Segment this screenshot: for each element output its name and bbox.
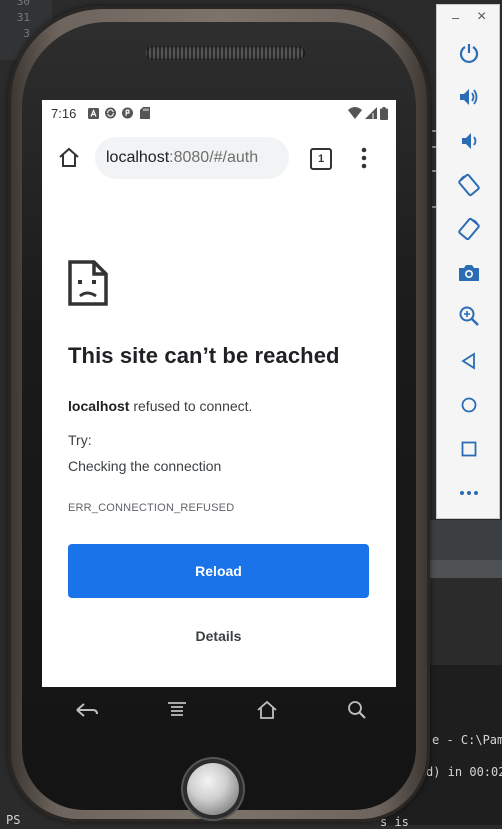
search-hw-button[interactable] xyxy=(335,688,379,732)
more-button[interactable] xyxy=(455,479,483,507)
signal-icon xyxy=(365,107,377,119)
wifi-icon xyxy=(348,107,362,119)
back-icon xyxy=(461,352,475,370)
details-button[interactable]: Details xyxy=(68,618,369,654)
line-number: 31 xyxy=(16,11,30,24)
reload-button[interactable]: Reload xyxy=(68,544,369,598)
close-button[interactable]: × xyxy=(477,8,486,26)
home-nav-button[interactable] xyxy=(455,391,483,419)
power-button[interactable] xyxy=(455,39,483,67)
error-code: ERR_CONNECTION_REFUSED xyxy=(68,502,235,514)
sad-page-icon xyxy=(68,260,108,306)
emulator-toolbar: – × xyxy=(436,4,500,519)
circle-home-icon xyxy=(461,397,477,413)
home-hw-button[interactable] xyxy=(245,688,289,732)
url-field[interactable]: localhost:8080/#/auth xyxy=(95,137,289,179)
overview-button[interactable] xyxy=(455,435,483,463)
url-path: :8080/#/auth xyxy=(169,149,259,166)
app-icon xyxy=(122,107,134,119)
tab-switcher-button[interactable]: 1 xyxy=(310,148,332,170)
browser-toolbar: localhost:8080/#/auth 1 xyxy=(42,126,396,188)
house-icon xyxy=(257,700,277,719)
status-time: 7:16 xyxy=(51,105,77,121)
try-label: Try: xyxy=(68,432,92,448)
rotate-left-icon xyxy=(458,173,480,197)
home-icon xyxy=(59,147,79,167)
error-message-text: refused to connect. xyxy=(129,398,253,414)
search-icon xyxy=(348,701,366,719)
line-number: 3 xyxy=(23,27,30,40)
suggestion-item: Checking the connection xyxy=(68,458,222,474)
menu-lines-icon xyxy=(168,702,186,716)
phone-screen: 7:16 localhost:8080/#/auth 1 This site c… xyxy=(42,100,396,687)
hardware-nav-bar xyxy=(42,682,402,738)
screenshot-button[interactable] xyxy=(455,259,483,287)
battery-icon xyxy=(380,106,388,120)
accessibility-icon xyxy=(88,107,100,119)
earpiece-speaker xyxy=(145,46,305,60)
power-icon xyxy=(459,44,479,64)
back-hw-button[interactable] xyxy=(65,688,109,732)
overflow-menu-button[interactable] xyxy=(355,146,373,170)
minimize-button[interactable]: – xyxy=(452,10,459,25)
error-host: localhost xyxy=(68,398,130,414)
terminal-line: e - C:\Pam xyxy=(432,733,502,747)
back-arrow-icon xyxy=(76,703,98,717)
camera-icon xyxy=(459,265,479,281)
sync-icon xyxy=(105,107,117,119)
volume-up-icon xyxy=(460,89,478,105)
more-icon xyxy=(460,491,478,495)
zoom-icon xyxy=(459,306,479,326)
trackball-button[interactable] xyxy=(187,763,239,815)
url-host: localhost xyxy=(106,149,170,166)
overview-icon xyxy=(461,441,477,457)
volume-up-button[interactable] xyxy=(455,83,483,111)
error-title: This site can’t be reached xyxy=(68,343,340,368)
more-vert-icon xyxy=(361,147,367,169)
volume-down-button[interactable] xyxy=(455,127,483,155)
zoom-button[interactable] xyxy=(455,302,483,330)
line-number: 30 xyxy=(16,0,30,8)
sd-card-icon xyxy=(139,107,150,119)
error-message: localhost refused to connect. xyxy=(68,398,252,414)
terminal-line: d) in 00:02 xyxy=(426,765,502,779)
rotate-right-icon xyxy=(458,217,480,241)
home-button[interactable] xyxy=(56,144,82,170)
volume-down-icon xyxy=(462,133,477,149)
back-button[interactable] xyxy=(455,347,483,375)
menu-hw-button[interactable] xyxy=(155,688,199,732)
rotate-right-button[interactable] xyxy=(455,215,483,243)
rotate-left-button[interactable] xyxy=(455,171,483,199)
status-bar: 7:16 xyxy=(42,100,396,126)
